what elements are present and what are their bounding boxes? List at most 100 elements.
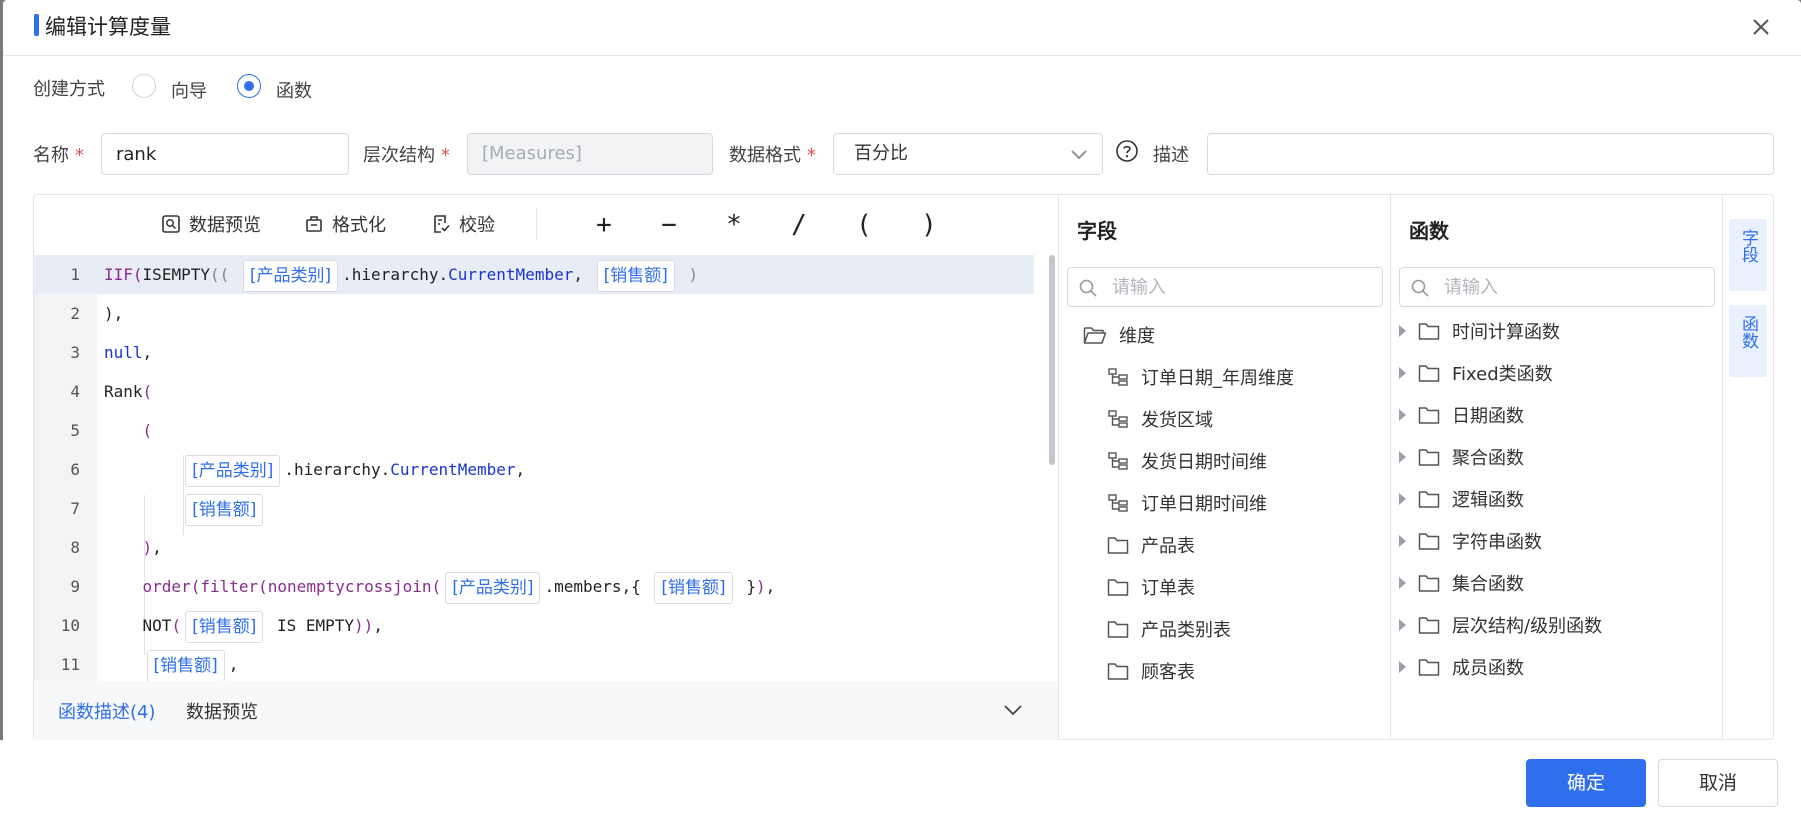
hierarchy-icon <box>1108 410 1128 428</box>
code-scrollbar[interactable] <box>1049 255 1055 465</box>
side-tab-functions[interactable]: 函数 <box>1729 305 1767 377</box>
code-text: [销售额] <box>104 489 267 528</box>
tree-item-field[interactable]: 订单表 <box>1107 569 1195 605</box>
expand-caret-icon[interactable] <box>1399 409 1406 421</box>
folder-icon <box>1418 659 1440 676</box>
side-tab-fields[interactable]: 字段 <box>1729 219 1767 291</box>
dialog-title: 编辑计算度量 <box>45 15 171 39</box>
search-icon <box>1079 279 1097 297</box>
code-line: 1 IIF(ISEMPTY(( [产品类别] .hierarchy.Current… <box>34 255 1034 294</box>
tree-item-function-group[interactable]: 字符串函数 <box>1399 523 1542 559</box>
desc-input[interactable] <box>1207 133 1774 175</box>
title-accent-bar <box>34 14 39 36</box>
tree-item-field[interactable]: 发货区域 <box>1107 401 1213 437</box>
tree-item-dimensions[interactable]: 维度 <box>1083 317 1155 353</box>
folder-icon <box>1107 537 1129 554</box>
expand-caret-icon[interactable] <box>1399 493 1406 505</box>
code-text: IIF(ISEMPTY(( [产品类别] .hierarchy.CurrentMe… <box>104 255 698 294</box>
code-line: 3 null, <box>34 333 1034 372</box>
tab-function-description[interactable]: 函数描述(4) <box>58 698 156 724</box>
op-multiply-button[interactable]: * <box>714 205 754 245</box>
op-minus-button[interactable]: − <box>649 205 689 245</box>
tree-item-function-group[interactable]: 层次结构/级别函数 <box>1399 607 1602 643</box>
expand-caret-icon[interactable] <box>1399 661 1406 673</box>
fields-search-input[interactable] <box>1112 268 1376 306</box>
fields-search[interactable] <box>1067 267 1383 307</box>
name-input[interactable] <box>101 133 349 175</box>
code-text: order(filter(nonemptycrossjoin([产品类别] .me… <box>104 567 775 606</box>
format-icon <box>306 216 322 232</box>
field-tag[interactable]: [产品类别] <box>242 259 339 292</box>
dialog-header: 编辑计算度量 <box>3 0 1801 56</box>
folder-icon <box>1418 323 1440 340</box>
editor-bottom-bar: 函数描述(4) 数据预览 <box>34 681 1058 740</box>
expand-caret-icon[interactable] <box>1399 619 1406 631</box>
expand-caret-icon[interactable] <box>1399 451 1406 463</box>
format-code-button[interactable]: 格式化 <box>304 209 386 239</box>
field-tag[interactable]: [销售额] <box>146 649 225 681</box>
expand-caret-icon[interactable] <box>1399 577 1406 589</box>
tree-item-function-group[interactable]: 日期函数 <box>1399 397 1524 433</box>
format-select-value: 百分比 <box>854 143 908 164</box>
tab-data-preview[interactable]: 数据预览 <box>186 698 258 724</box>
tree-item-function-group[interactable]: 时间计算函数 <box>1399 313 1560 349</box>
tree-item-function-group[interactable]: 集合函数 <box>1399 565 1524 601</box>
expand-caret-icon[interactable] <box>1399 325 1406 337</box>
create-mode-label: 创建方式 <box>33 79 105 100</box>
op-plus-button[interactable]: + <box>584 205 624 245</box>
tree-item-field[interactable]: 订单日期_年周维度 <box>1107 359 1294 395</box>
expand-caret-icon[interactable] <box>1399 367 1406 379</box>
tree-item-function-group[interactable]: 成员函数 <box>1399 649 1524 685</box>
cancel-button[interactable]: 取消 <box>1658 759 1778 807</box>
tree-item-field[interactable]: 发货日期时间维 <box>1107 443 1267 479</box>
functions-search-input[interactable] <box>1444 268 1708 306</box>
op-rparen-button[interactable]: ) <box>909 205 949 245</box>
functions-search[interactable] <box>1399 267 1715 307</box>
field-tag[interactable]: [销售额] <box>185 610 264 643</box>
code-line: 9 order(filter(nonemptycrossjoin([产品类别].… <box>34 567 1034 606</box>
close-icon[interactable] <box>1748 14 1774 40</box>
radio-wizard[interactable] <box>132 74 156 98</box>
fields-panel: 字段 维度 订单日期_年周维度发货区域发货日期时间维订单日期时间维产品表订单表产… <box>1058 195 1390 739</box>
expand-caret-icon[interactable] <box>1399 535 1406 547</box>
tree-item-function-group[interactable]: 逻辑函数 <box>1399 481 1524 517</box>
confirm-button[interactable]: 确定 <box>1526 759 1646 807</box>
code-line: 7 [销售额] <box>34 489 1034 528</box>
hierarchy-icon <box>1108 368 1128 386</box>
tree-item-field[interactable]: 订单日期时间维 <box>1107 485 1267 521</box>
search-icon <box>1411 279 1429 297</box>
format-select[interactable]: 百分比 <box>833 133 1103 175</box>
desc-label: 描述 <box>1153 145 1189 166</box>
validate-button[interactable]: 校验 <box>431 209 495 239</box>
op-divide-button[interactable]: / <box>779 205 819 245</box>
expression-editor-card: 数据预览 格式化 校验 + − * / () 1 IIF(ISEMPTY((… <box>33 194 1774 740</box>
hierarchy-input: [Measures] <box>467 133 713 175</box>
code-text: [销售额], <box>104 645 238 681</box>
chevron-down-icon[interactable] <box>1002 702 1024 718</box>
radio-function[interactable] <box>237 74 261 98</box>
tree-item-field[interactable]: 产品表 <box>1107 527 1195 563</box>
code-text: [产品类别] .hierarchy.CurrentMember, <box>104 450 525 489</box>
code-line: 2 ), <box>34 294 1034 333</box>
field-tag[interactable]: [销售额] <box>185 493 264 526</box>
validate-icon <box>434 215 450 233</box>
field-tag[interactable]: [销售额] <box>654 571 733 604</box>
tree-item-function-group[interactable]: Fixed类函数 <box>1399 355 1553 391</box>
folder-icon <box>1418 491 1440 508</box>
tree-item-field[interactable]: 产品类别表 <box>1107 611 1231 647</box>
tree-item-function-group[interactable]: 聚合函数 <box>1399 439 1524 475</box>
field-tag[interactable]: [销售额] <box>596 259 675 292</box>
help-icon[interactable] <box>1115 139 1139 163</box>
hierarchy-icon <box>1108 494 1128 512</box>
code-text: ), <box>104 304 124 323</box>
edit-calculated-measure-dialog: 编辑计算度量 创建方式 向导 函数 名称* 层次结构* [Measures] 数… <box>3 0 1801 830</box>
tree-item-field[interactable]: 顾客表 <box>1107 653 1195 689</box>
code-editor[interactable]: 1 IIF(ISEMPTY(( [产品类别] .hierarchy.Current… <box>34 255 1058 681</box>
data-preview-button[interactable]: 数据预览 <box>161 209 261 239</box>
op-lparen-button[interactable]: ( <box>844 205 884 245</box>
field-tag[interactable]: [产品类别] <box>445 571 541 604</box>
code-line: 11 [销售额], <box>34 645 1034 681</box>
field-tag[interactable]: [产品类别] <box>185 454 281 487</box>
folder-icon <box>1107 579 1129 596</box>
folder-open-icon <box>1083 327 1107 344</box>
